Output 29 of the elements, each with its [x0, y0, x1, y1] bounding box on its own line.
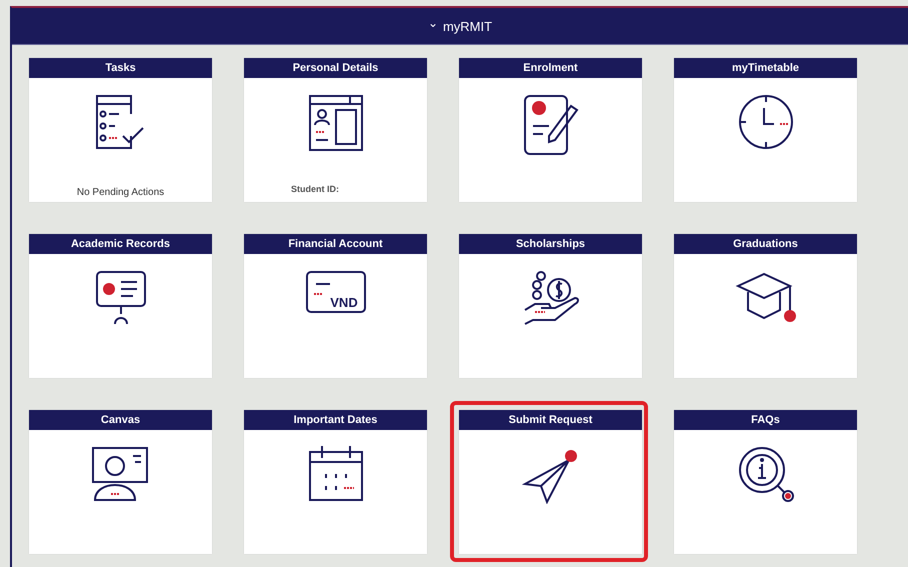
app-tile[interactable]: Financial Account VND — [244, 234, 427, 378]
tile-title: Submit Request — [459, 410, 642, 430]
app-tile[interactable]: Tasks No Pending Actions — [29, 58, 212, 202]
app-tile[interactable]: myTimetable — [674, 58, 857, 202]
tile-title: Financial Account — [244, 234, 427, 254]
app-tile[interactable]: Personal Details Student ID: — [244, 58, 427, 202]
tile-title: Personal Details — [244, 58, 427, 78]
student-id-label: Student ID: — [290, 184, 340, 196]
app-tile[interactable]: Scholarships — [459, 234, 642, 378]
tile-title: Academic Records — [29, 234, 212, 254]
tile-title: myTimetable — [674, 58, 857, 78]
tile-status: No Pending Actions — [76, 187, 166, 200]
caret-icon[interactable]: ⌄ — [428, 17, 438, 29]
app-tile[interactable]: Enrolment — [459, 58, 642, 202]
app-tile[interactable]: Academic Records — [29, 234, 212, 378]
tile-title: Tasks — [29, 58, 212, 78]
app-tile[interactable]: Important Dates — [244, 410, 427, 554]
tile-title: Important Dates — [244, 410, 427, 430]
tile-title: Canvas — [29, 410, 212, 430]
tile-title: Enrolment — [459, 58, 642, 78]
app-tile[interactable]: Canvas — [29, 410, 212, 554]
tile-title: FAQs — [674, 410, 857, 430]
currency-label: VND — [330, 295, 358, 310]
tile-title: Scholarships — [459, 234, 642, 254]
app-tile[interactable]: Submit Request — [459, 410, 642, 554]
app-tile[interactable]: FAQs — [674, 410, 857, 554]
page-title: myRMIT — [442, 18, 492, 34]
tile-title: Graduations — [674, 234, 857, 254]
app-tile[interactable]: Graduations — [674, 234, 857, 378]
